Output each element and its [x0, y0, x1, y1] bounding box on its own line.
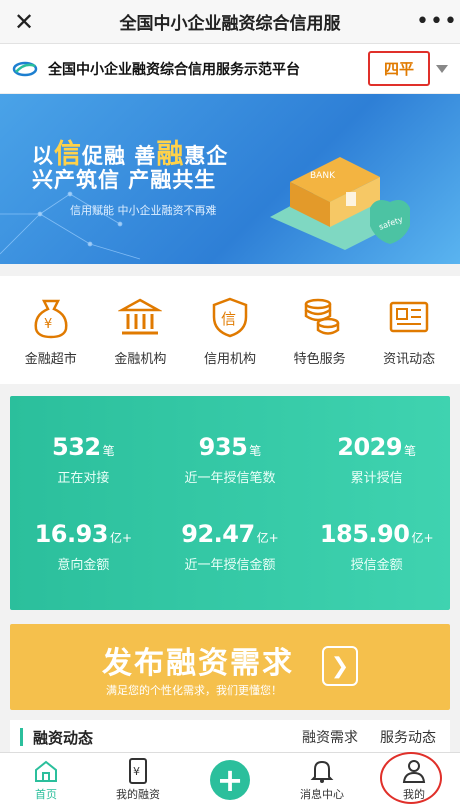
coin-stack-icon [297, 294, 343, 340]
stat-in-progress: 532 笔 正在对接 [52, 433, 115, 486]
tab-home[interactable]: 首页 [0, 753, 92, 806]
phone-yen-icon: ¥ [125, 757, 151, 784]
publish-request-banner[interactable]: 发布融资需求 满足您的个性化需求，我们更懂您！ ❯ [10, 624, 450, 710]
banner-slogan-2: 兴产筑信 产融共生 [32, 168, 217, 192]
stat-credit-count-year: 935 笔 近一年授信笔数 [184, 433, 276, 486]
chevron-down-icon[interactable] [436, 64, 448, 73]
plus-icon[interactable]: + [210, 759, 250, 800]
bank-building-icon [117, 294, 163, 340]
nav-label: 信用机构 [203, 351, 256, 367]
user-icon [401, 758, 427, 784]
title-bar: ✕ 全国中小企业融资综合信用服 ••• [0, 0, 460, 44]
page-title: 全国中小企业融资综合信用服 [119, 14, 341, 34]
nav-special-service[interactable]: 特色服务 [278, 294, 362, 367]
platform-logo-icon [12, 61, 38, 76]
close-icon[interactable]: ✕ [14, 8, 44, 36]
nav-label: 资讯动态 [383, 351, 436, 367]
nav-credit-institution[interactable]: 信 信用机构 [188, 294, 272, 367]
money-bag-icon: ¥ [28, 294, 74, 340]
tab-mine[interactable]: 我的 [368, 753, 460, 806]
stat-credit-amount-year: 92.47 亿+ 近一年授信金额 [181, 520, 279, 573]
tab-my-financing[interactable]: ¥ 我的融资 [92, 753, 184, 806]
nav-news[interactable]: 资讯动态 [367, 294, 451, 367]
quick-nav: ¥ 金融超市 金融机构 信 信用机构 特色服务 资讯动态 [0, 276, 460, 384]
nav-label: 特色服务 [293, 351, 346, 367]
news-icon [386, 294, 432, 340]
nav-label: 金融机构 [114, 351, 167, 367]
stat-intent-amount: 16.93 亿+ 意向金额 [34, 520, 133, 573]
stats-panel: 532 笔 正在对接 935 笔 近一年授信笔数 2029 笔 累计授信 16.93 亿… [10, 396, 450, 610]
stat-credit-total: 2029 笔 累计授信 [337, 433, 417, 486]
more-dots-icon[interactable]: ••• [416, 9, 457, 34]
svg-text:信: 信 [221, 310, 236, 328]
banner-subtitle: 信用赋能 中小企业融资不再难 [70, 204, 217, 217]
bell-icon [309, 758, 335, 784]
nav-finance-institution[interactable]: 金融机构 [98, 294, 182, 367]
tab-message-center[interactable]: 消息中心 [276, 753, 368, 806]
home-icon [33, 758, 59, 784]
tab-add[interactable]: + [184, 753, 276, 806]
financing-news-header: 融资动态 融资需求 服务动态 [10, 720, 450, 754]
bottom-tab-bar: 首页 ¥ 我的融资 + 消息中心 我的 [0, 752, 460, 806]
svg-text:¥: ¥ [44, 317, 52, 332]
city-selector[interactable]: 四平 [367, 51, 430, 86]
platform-name: 全国中小企业融资综合信用服务示范平台 [48, 61, 300, 78]
promo-banner[interactable]: 以信促融 善融惠企 兴产筑信 产融共生 信用赋能 中小企业融资不再难 BANK … [0, 94, 460, 264]
credit-shield-icon: 信 [207, 294, 253, 340]
publish-title: 发布融资需求 [102, 646, 294, 681]
section-accent-bar [20, 728, 23, 746]
nav-finance-market[interactable]: ¥ 金融超市 [9, 294, 93, 367]
chevron-right-icon[interactable]: ❯ [322, 646, 358, 686]
nav-label: 金融超市 [24, 351, 77, 367]
tab-financing-demand[interactable]: 融资需求 [302, 727, 358, 747]
platform-header: 全国中小企业融资综合信用服务示范平台 四平 [0, 44, 460, 94]
bank-label: BANK [310, 171, 336, 181]
section-title: 融资动态 [33, 728, 94, 747]
tab-service-news[interactable]: 服务动态 [380, 727, 436, 747]
bank-illustration-icon: BANK safety [270, 157, 410, 250]
stat-credit-amount: 185.90 亿+ 授信金额 [319, 520, 434, 573]
publish-subtitle: 满足您的个性化需求，我们更懂您！ [106, 684, 282, 697]
svg-text:¥: ¥ [133, 765, 140, 778]
